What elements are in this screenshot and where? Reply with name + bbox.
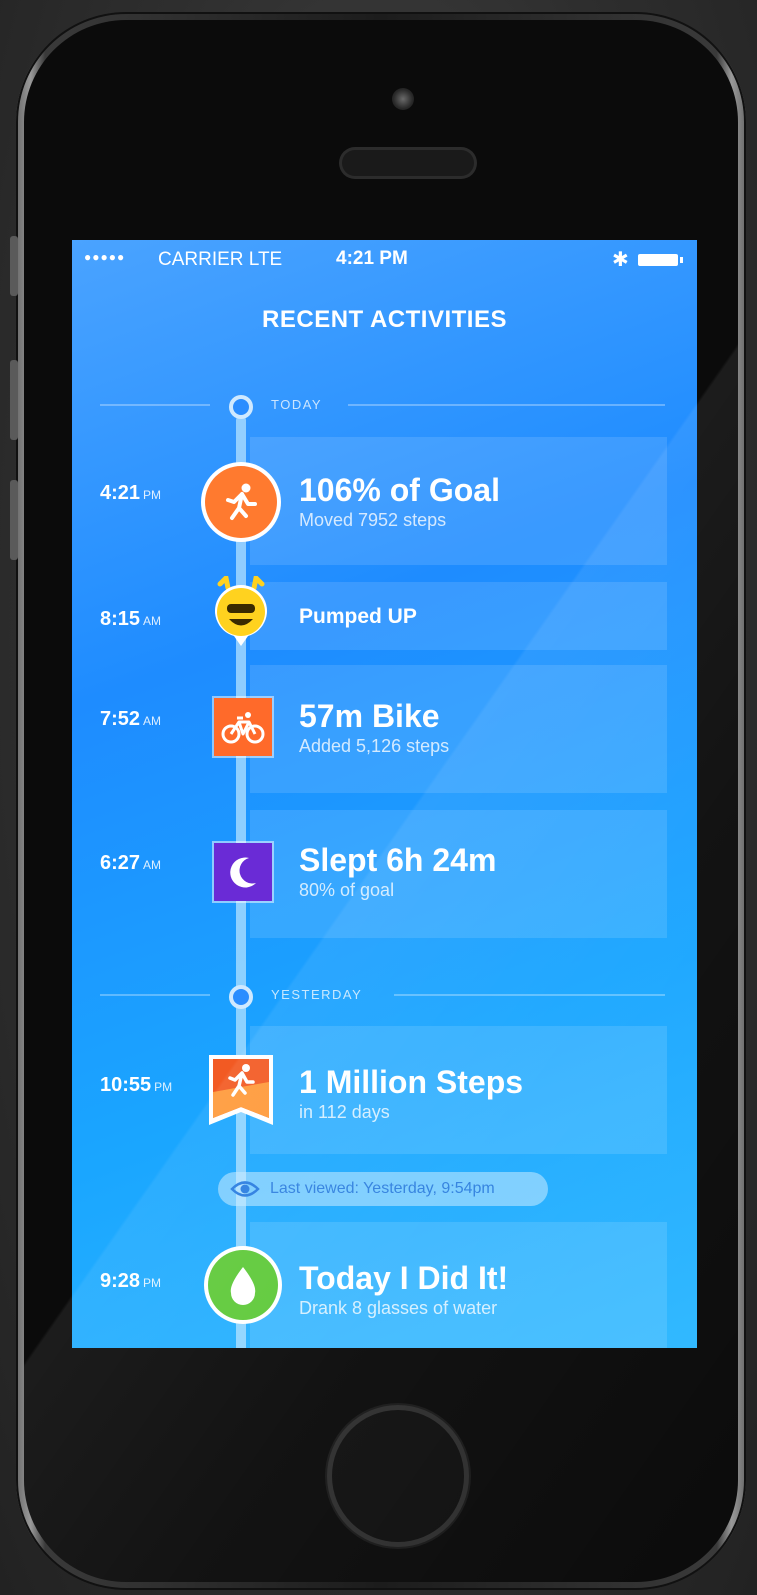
activity-time: 10:55 PM bbox=[100, 1074, 173, 1096]
activity-time: 8:15 AM bbox=[100, 608, 162, 630]
activity-subtitle: in 112 days bbox=[299, 1102, 390, 1122]
app-screen: ●●●●● CARRIER LTE 4:21 PM ✱ RECENT ACTIV… bbox=[72, 240, 697, 1348]
activity-title: 1 Million Steps bbox=[299, 1064, 524, 1100]
bike-icon bbox=[214, 698, 272, 756]
section-divider bbox=[100, 404, 210, 406]
last-viewed-text: Last viewed: Yesterday, 9:54pm bbox=[270, 1180, 495, 1197]
activity-subtitle: 80% of goal bbox=[299, 880, 395, 900]
section-divider bbox=[348, 404, 665, 406]
activity-time: 4:21 PM bbox=[100, 482, 162, 504]
last-viewed-pill: Last viewed: Yesterday, 9:54pm bbox=[218, 1172, 548, 1206]
bluetooth-icon: ✱ bbox=[612, 249, 629, 271]
activity-time: 6:27 AM bbox=[100, 852, 162, 874]
volume-up-button[interactable] bbox=[10, 360, 18, 440]
activity-title: 106% of Goal bbox=[299, 472, 500, 508]
activity-subtitle: Drank 8 glasses of water bbox=[299, 1298, 498, 1318]
section-divider bbox=[394, 994, 665, 996]
mute-switch[interactable] bbox=[10, 236, 18, 296]
activity-subtitle: Moved 7952 steps bbox=[299, 510, 447, 530]
section-label-yesterday: YESTERDAY bbox=[271, 987, 363, 1002]
moon-icon bbox=[214, 843, 272, 901]
running-icon bbox=[205, 466, 277, 538]
activity-time: 9:28 PM bbox=[100, 1270, 162, 1292]
water-drop-icon bbox=[208, 1250, 278, 1320]
battery-icon bbox=[638, 254, 683, 266]
signal-strength: ●●●●● bbox=[84, 250, 126, 264]
activity-title: Today I Did It! bbox=[299, 1260, 509, 1296]
mood-face-icon bbox=[212, 576, 270, 646]
activity-subtitle: Added 5,126 steps bbox=[299, 736, 450, 756]
section-divider bbox=[100, 994, 210, 996]
section-label-today: TODAY bbox=[271, 397, 323, 412]
activity-title: 57m Bike bbox=[299, 698, 440, 734]
status-time: 4:21 PM bbox=[336, 248, 408, 269]
status-bar: ●●●●● CARRIER LTE 4:21 PM ✱ bbox=[72, 240, 697, 280]
section-marker bbox=[229, 395, 253, 419]
home-button[interactable] bbox=[332, 1410, 464, 1542]
activity-time: 7:52 AM bbox=[100, 708, 162, 730]
carrier-name: CARRIER LTE bbox=[158, 249, 283, 270]
section-marker bbox=[229, 985, 253, 1009]
eye-icon bbox=[230, 1178, 260, 1205]
badge-running-icon bbox=[206, 1052, 276, 1128]
volume-down-button[interactable] bbox=[10, 480, 18, 560]
activity-title: Pumped UP bbox=[299, 605, 417, 628]
earpiece-speaker bbox=[342, 150, 474, 176]
page-title: RECENT ACTIVITIES bbox=[262, 306, 507, 333]
activity-title: Slept 6h 24m bbox=[299, 842, 497, 878]
front-camera bbox=[392, 88, 414, 110]
